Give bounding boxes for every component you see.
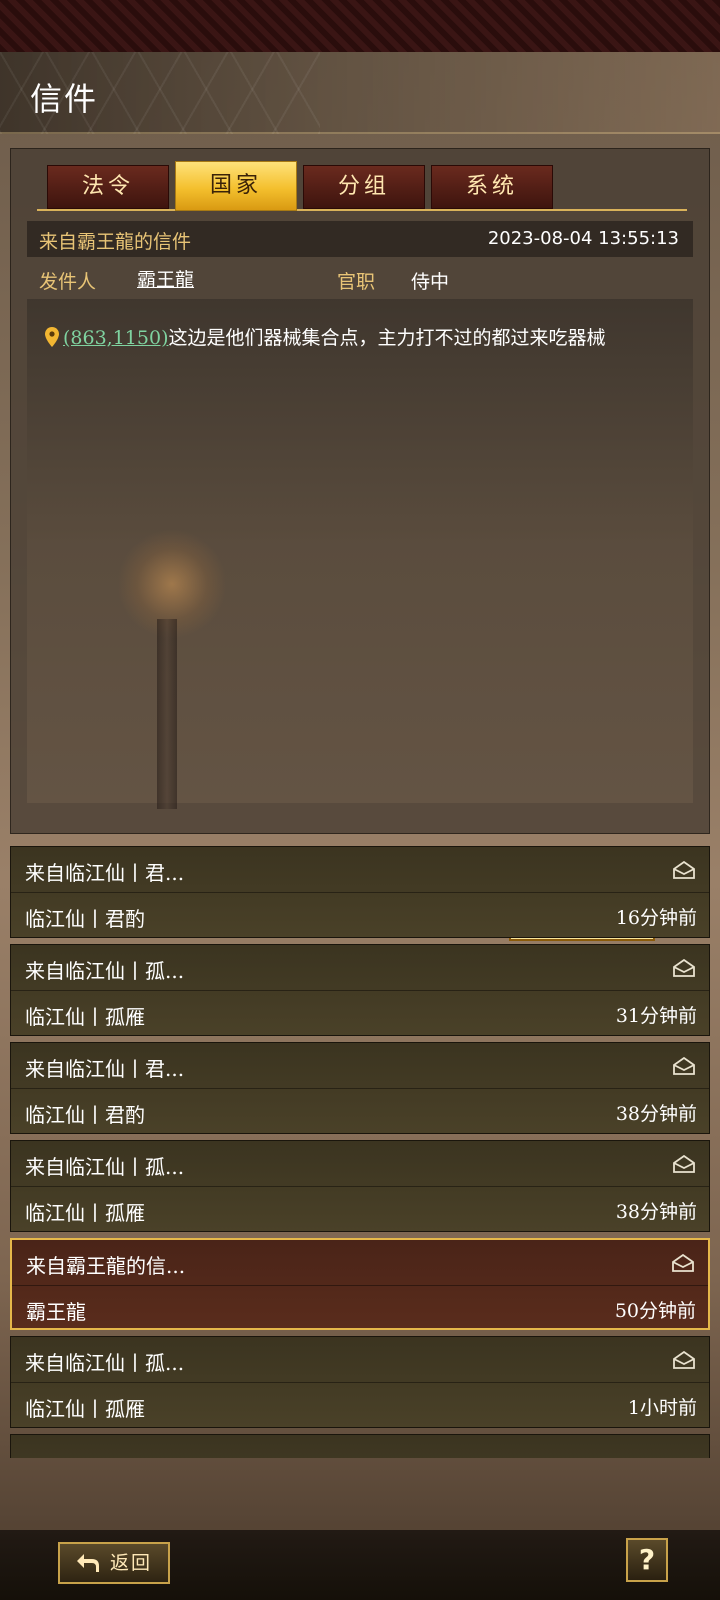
- mail-subject: 来自临江仙丨君...: [25, 1057, 185, 1081]
- back-button[interactable]: 返回: [58, 1542, 170, 1584]
- sender-name-link[interactable]: 霸王龍: [137, 265, 194, 292]
- bottom-bar: 返回 ?: [0, 1530, 720, 1600]
- envelope-open-icon: [673, 959, 695, 977]
- letter-body-line: (863,1150)这边是他们器械集合点，主力打不过的都过来吃器械: [45, 323, 606, 350]
- letter-body: (863,1150)这边是他们器械集合点，主力打不过的都过来吃器械 回复: [27, 299, 693, 941]
- top-decor-strip: [0, 0, 720, 52]
- mail-list-item-partial[interactable]: [10, 1434, 710, 1458]
- tab-country[interactable]: 国家: [175, 161, 297, 211]
- letter-header: 来自霸王龍的信件 2023-08-04 13:55:13: [27, 221, 693, 257]
- mail-subject: 来自临江仙丨孤...: [25, 1155, 185, 1179]
- tab-system[interactable]: 系统: [431, 165, 553, 209]
- mail-time: 1小时前: [627, 1397, 697, 1419]
- mail-subject: 来自临江仙丨孤...: [25, 959, 185, 983]
- mail-time: 50分钟前: [614, 1300, 696, 1322]
- mail-time: 38分钟前: [615, 1201, 697, 1223]
- mail-sender: 临江仙丨君酌: [25, 907, 145, 931]
- mail-item-header: 来自临江仙丨孤...: [11, 1337, 709, 1383]
- mail-sender: 霸王龍: [26, 1300, 86, 1324]
- mail-item-header: 来自临江仙丨孤...: [11, 1141, 709, 1187]
- office-label: 官职: [337, 271, 376, 293]
- mail-subject: 来自临江仙丨孤...: [25, 1351, 185, 1375]
- letter-panel: 法令 国家 分组 系统 来自霸王龍的信件 2023-08-04 13:55:13…: [10, 148, 710, 941]
- mail-item-header: 来自临江仙丨君...: [11, 847, 709, 893]
- background-lamp-pole: [157, 619, 177, 809]
- title-bar: 信件: [0, 52, 720, 134]
- envelope-open-icon: [673, 1155, 695, 1173]
- location-pin-icon: [45, 327, 59, 347]
- mail-sender: 临江仙丨孤雁: [25, 1005, 145, 1029]
- office-value: 侍中: [411, 271, 450, 293]
- mail-subject: 来自临江仙丨君...: [25, 861, 185, 885]
- mail-time: 16分钟前: [615, 907, 697, 929]
- envelope-open-icon: [673, 1351, 695, 1369]
- envelope-open-icon: [672, 1254, 694, 1272]
- letter-subject: 来自霸王龍的信件: [39, 231, 192, 253]
- back-label: 返回: [110, 1552, 153, 1574]
- tab-decree[interactable]: 法令: [47, 165, 169, 209]
- mail-list-item-selected[interactable]: 来自霸王龍的信... 霸王龍 50分钟前: [10, 1238, 710, 1330]
- mail-time: 31分钟前: [615, 1005, 697, 1027]
- mail-list-item[interactable]: 来自临江仙丨君... 临江仙丨君酌 16分钟前: [10, 846, 710, 938]
- mail-list-item[interactable]: 来自临江仙丨孤... 临江仙丨孤雁 31分钟前: [10, 944, 710, 1036]
- mail-sender: 临江仙丨君酌: [25, 1103, 145, 1127]
- mail-item-header: 来自临江仙丨君...: [11, 1043, 709, 1089]
- mail-time: 38分钟前: [615, 1103, 697, 1125]
- mail-sender: 临江仙丨孤雁: [25, 1397, 145, 1421]
- tab-bar: 法令 国家 分组 系统: [37, 161, 687, 211]
- mail-list-item[interactable]: 来自临江仙丨孤... 临江仙丨孤雁 1小时前: [10, 1336, 710, 1428]
- coordinate-link[interactable]: (863,1150): [63, 327, 168, 349]
- sender-label: 发件人: [39, 271, 97, 293]
- return-arrow-icon: [77, 1554, 99, 1572]
- envelope-open-icon: [673, 1057, 695, 1075]
- sender-row: 发件人 霸王龍 官职 侍中: [39, 263, 689, 297]
- tab-group[interactable]: 分组: [303, 165, 425, 209]
- mail-list-item[interactable]: 来自临江仙丨君... 临江仙丨君酌 38分钟前: [10, 1042, 710, 1134]
- mail-subject: 来自霸王龍的信...: [26, 1254, 186, 1278]
- mail-list: 来自临江仙丨君... 临江仙丨君酌 16分钟前 来自临江仙丨孤... 临江仙丨孤…: [10, 846, 710, 1458]
- mail-item-header: 来自霸王龍的信...: [12, 1240, 708, 1286]
- letter-timestamp: 2023-08-04 13:55:13: [487, 228, 679, 249]
- mail-list-item[interactable]: 来自临江仙丨孤... 临江仙丨孤雁 38分钟前: [10, 1140, 710, 1232]
- help-button[interactable]: ?: [626, 1538, 668, 1582]
- letter-body-text: 这边是他们器械集合点，主力打不过的都过来吃器械: [168, 327, 606, 349]
- envelope-open-icon: [673, 861, 695, 879]
- mail-item-header: 来自临江仙丨孤...: [11, 945, 709, 991]
- mail-sender: 临江仙丨孤雁: [25, 1201, 145, 1225]
- page-title: 信件: [30, 80, 99, 118]
